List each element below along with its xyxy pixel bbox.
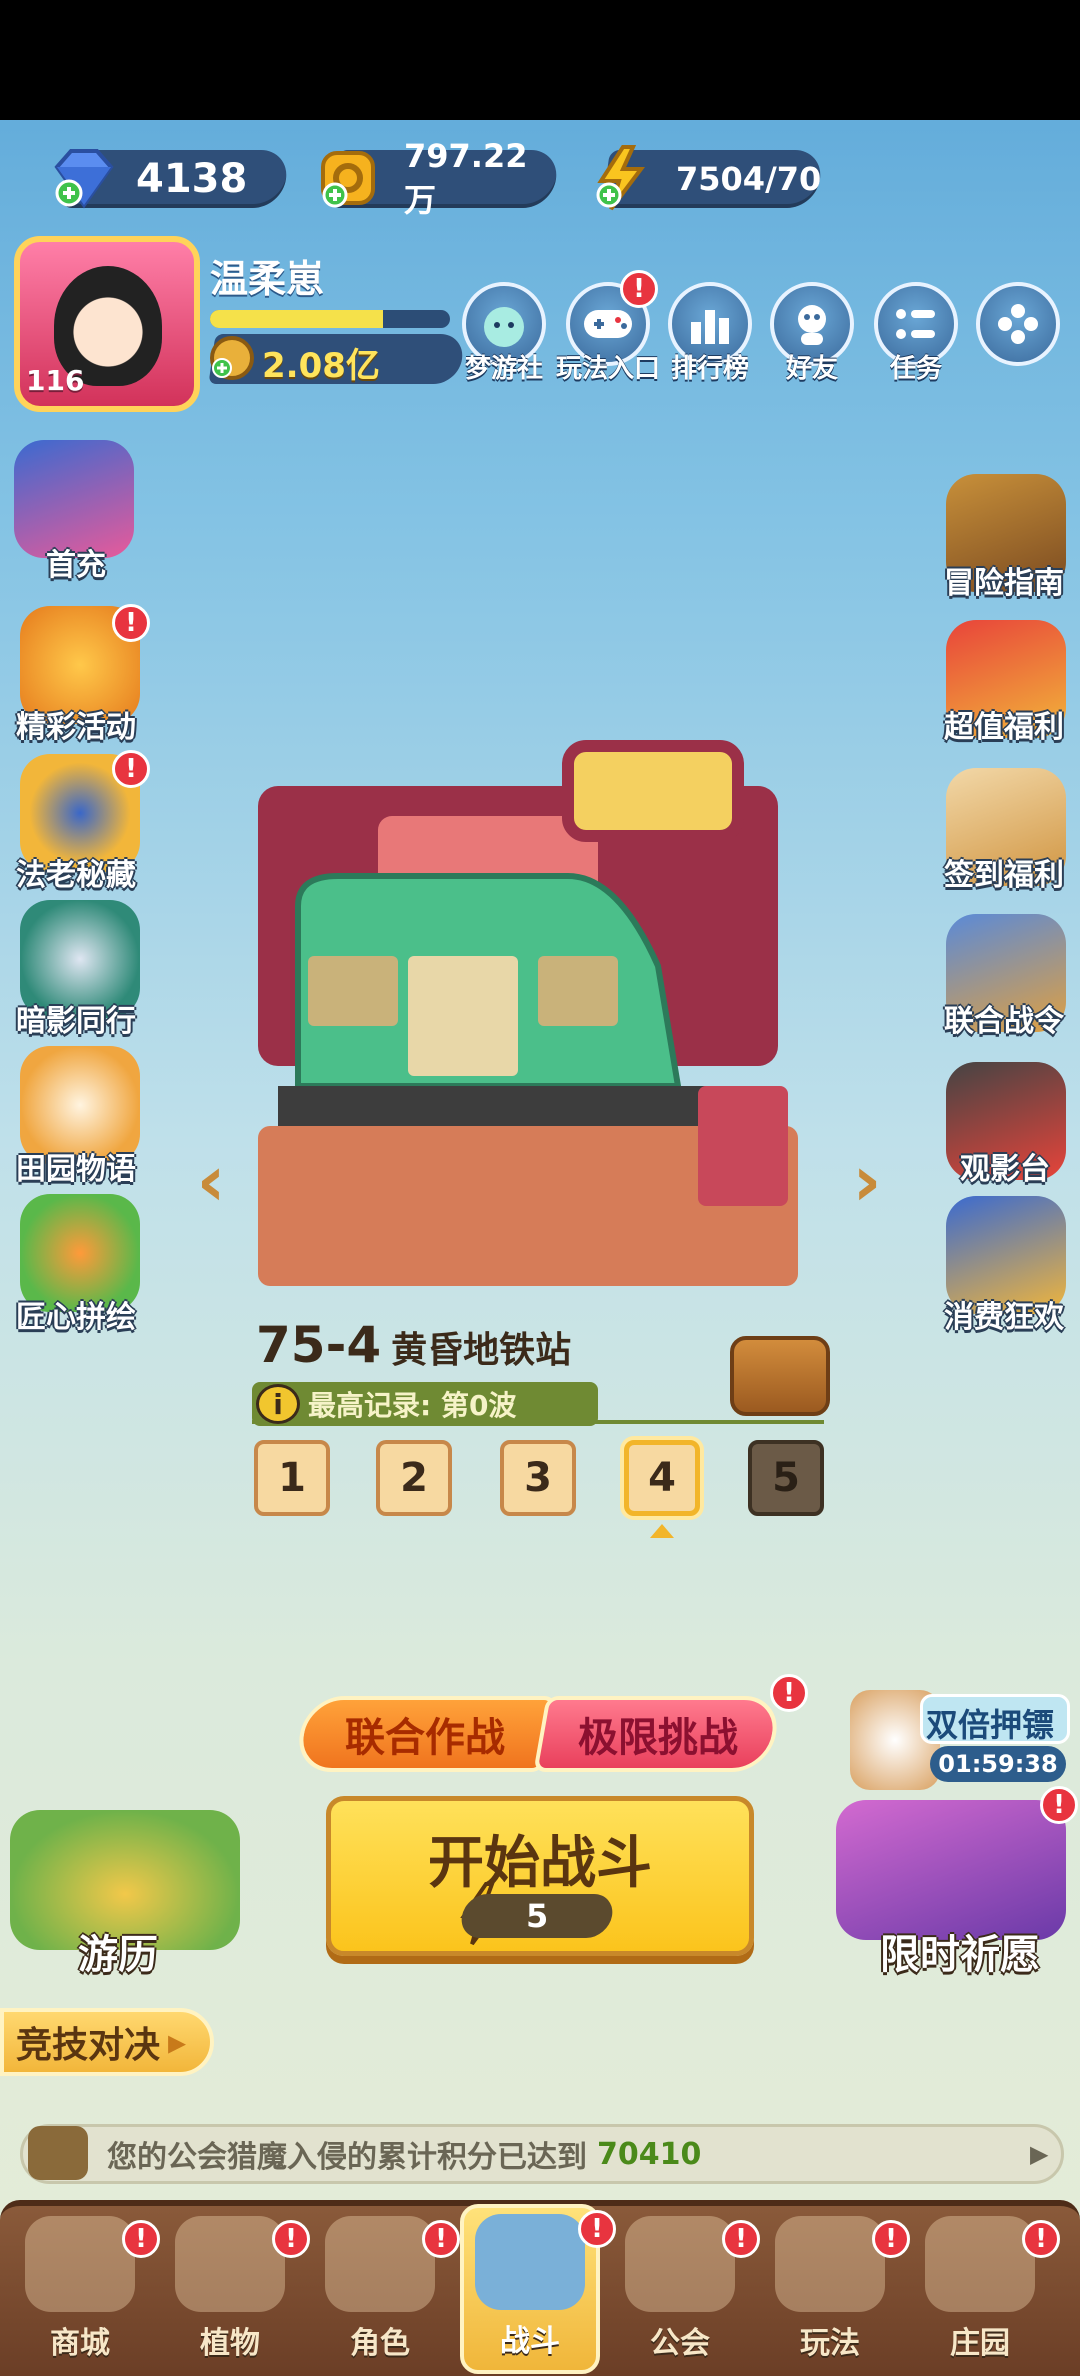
coop-battle-button[interactable]: 联合作战 (293, 1696, 557, 1772)
wave-button-3[interactable]: 3 (500, 1440, 576, 1516)
double-escort-title: 双倍押镖 (926, 1706, 1055, 1744)
guild-castle-icon (625, 2216, 735, 2312)
notification-badge: ! (112, 750, 150, 788)
notification-badge: ! (272, 2220, 310, 2258)
xp-bar-fill (210, 310, 383, 328)
wave-button-4[interactable]: 4 (624, 1440, 700, 1516)
limited-wish-label: 限时祈愿 (880, 1932, 1040, 1978)
top-menu-label: 梦游社 (464, 354, 543, 384)
player-level: 116 (26, 364, 85, 397)
side-label: 超值福利 (944, 710, 1064, 745)
notice-text: 您的公会猎魔入侵的累计积分已达到 (107, 2140, 587, 2175)
double-escort-timer: 01:59:38 (930, 1746, 1066, 1782)
notification-badge: ! (620, 270, 658, 308)
nav-label: 植物 (200, 2326, 260, 2361)
coin-plus-icon[interactable] (314, 142, 386, 214)
power-plus-icon[interactable] (206, 332, 258, 388)
side-label: 法老秘藏 (16, 858, 136, 893)
xp-bar (210, 310, 450, 328)
nav-label: 庄园 (950, 2326, 1010, 2361)
nav-label: 战斗 (500, 2324, 560, 2359)
treasure-chest-icon[interactable] (730, 1336, 830, 1416)
nav-label: 商城 (50, 2326, 110, 2361)
player-power: 2.08亿 (262, 346, 380, 386)
side-label: 签到福利 (944, 858, 1064, 893)
side-label: 田园物语 (16, 1152, 136, 1187)
wave-button-1[interactable]: 1 (254, 1440, 330, 1516)
next-stage-arrow[interactable]: › (842, 1140, 892, 1222)
extreme-challenge-button[interactable]: 极限挑战 (533, 1696, 783, 1772)
record-divider (252, 1420, 824, 1424)
top-menu-label: 好友 (785, 354, 838, 384)
notification-badge: ! (422, 2220, 460, 2258)
nav-label: 玩法 (800, 2326, 860, 2361)
nav-label: 角色 (350, 2326, 410, 2361)
chat-icon (28, 2126, 88, 2180)
stage-number: 75-4 (256, 1316, 382, 1374)
plant-icon (175, 2216, 285, 2312)
notification-badge: ! (122, 2220, 160, 2258)
status-bar-area (0, 0, 1080, 120)
selected-wave-caret (650, 1524, 674, 1538)
side-label: 消费狂欢 (944, 1300, 1064, 1335)
more-dots-icon (976, 282, 1060, 366)
side-label: 冒险指南 (944, 566, 1064, 601)
side-label: 首充 (46, 548, 106, 583)
notification-badge: ! (770, 1674, 808, 1712)
notification-badge: ! (1022, 2220, 1060, 2258)
lightning-plus-icon[interactable] (586, 142, 658, 214)
diamond-plus-icon[interactable] (48, 142, 120, 214)
side-label: 精彩活动 (16, 710, 136, 745)
previous-stage-arrow[interactable]: ‹ (186, 1140, 236, 1222)
stage-title: 75-4 黄昏地铁站 (256, 1316, 571, 1374)
player-name: 温柔崽 (210, 257, 325, 301)
shop-icon (25, 2216, 135, 2312)
wave-button-2[interactable]: 2 (376, 1440, 452, 1516)
side-label: 联合战令 (944, 1004, 1064, 1039)
guild-notice-bar[interactable]: 您的公会猎魔入侵的累计积分已达到 70410 (20, 2124, 1064, 2184)
manor-icon (925, 2216, 1035, 2312)
top-menu-more[interactable] (976, 282, 1060, 366)
top-menu-label: 任务 (889, 354, 942, 384)
windmill-icon (475, 2214, 585, 2310)
energy-cost: 5 (458, 1894, 616, 1938)
character-icon (325, 2216, 435, 2312)
arena-duel-button[interactable]: 竞技对决 ▸ (0, 2008, 214, 2076)
limited-wish-button[interactable] (836, 1800, 1066, 1940)
stage-illustration-subway[interactable] (238, 706, 838, 1306)
nav-label: 公会 (650, 2326, 710, 2361)
side-label: 匠心拼绘 (16, 1300, 136, 1335)
side-label: 观影台 (960, 1152, 1050, 1187)
notification-badge: ! (872, 2220, 910, 2258)
wave-button-5[interactable]: 5 (748, 1440, 824, 1516)
stage-name: 黄昏地铁站 (391, 1330, 572, 1371)
notice-value: 70410 (597, 2136, 702, 2172)
notification-badge: ! (112, 604, 150, 642)
chevron-right-icon: ▶ (1030, 2140, 1049, 2168)
info-icon[interactable]: i (256, 1384, 300, 1424)
travel-label: 游历 (78, 1932, 158, 1978)
start-battle-label: 开始战斗 (428, 1831, 652, 1896)
side-label: 暗影同行 (16, 1004, 136, 1039)
gameplay-icon (775, 2216, 885, 2312)
notification-badge: ! (1040, 1786, 1078, 1824)
notification-badge: ! (722, 2220, 760, 2258)
